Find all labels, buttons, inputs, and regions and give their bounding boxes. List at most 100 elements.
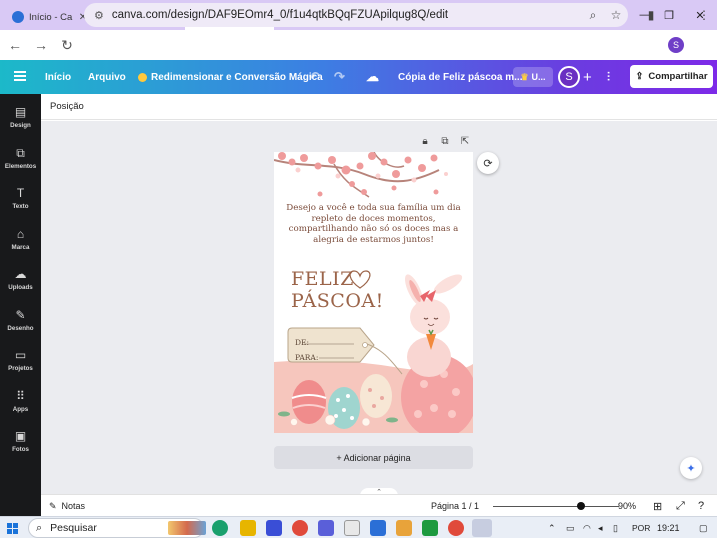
wifi-icon[interactable]: ◠ xyxy=(583,517,591,538)
sidebar-item-fotos[interactable]: ▣ Fotos xyxy=(0,421,41,461)
zoom-level[interactable]: 90% xyxy=(618,495,636,517)
windows-logo-icon xyxy=(7,522,18,534)
upload-icon: ☁ xyxy=(14,267,27,281)
add-collaborator-icon[interactable]: + xyxy=(583,60,592,94)
left-sidebar: ▤ Design ⧉ Elementos T Texto ⌂ Marca ☁ Uploads ✎ De… xyxy=(0,94,41,516)
sidebar-item-uploads[interactable]: ☁ Uploads xyxy=(0,259,41,299)
sidebar-item-texto[interactable]: T Texto xyxy=(0,178,41,218)
app-icon[interactable] xyxy=(344,520,360,536)
zoom-slider[interactable] xyxy=(493,506,619,507)
sidebar-item-apps[interactable]: ⠿ Apps xyxy=(0,381,41,421)
position-button[interactable]: Posição xyxy=(50,101,84,112)
document-title[interactable]: Cópia de Feliz páscoa m... xyxy=(398,60,522,94)
back-icon[interactable]: ← xyxy=(2,32,28,58)
sidebar-item-label: Projetos xyxy=(8,365,33,372)
menu-hamburger-icon[interactable] xyxy=(14,71,26,81)
menu-inicio[interactable]: Início xyxy=(45,60,71,94)
site-info-icon[interactable]: ⚙ xyxy=(94,9,104,22)
sidebar-item-label: Desenho xyxy=(7,324,34,332)
add-page-icon[interactable]: ⇱ xyxy=(458,134,472,148)
add-page-button[interactable]: + Adicionar página xyxy=(274,446,473,469)
magic-assistant-icon[interactable]: ✦ xyxy=(680,457,702,479)
elements-icon: ⧉ xyxy=(16,145,25,160)
sidebar-item-design[interactable]: ▤ Design xyxy=(0,97,41,137)
file-explorer-icon[interactable] xyxy=(240,520,256,536)
windows-taskbar: ⌕ Pesquisar ⌃ ▭ ◠ ◂ ▯ POR 19:21 ▢ xyxy=(0,516,717,538)
sidebar-item-projetos[interactable]: ▭ Projetos xyxy=(0,340,41,380)
canva-icon xyxy=(12,11,24,23)
sidebar-item-marca[interactable]: ⌂ Marca xyxy=(0,219,41,259)
zoom-slider-handle[interactable] xyxy=(577,502,586,510)
url-text: canva.com/design/DAF9EOmr4_0/f1u4qtkBQqF… xyxy=(111,9,449,21)
duplicate-page-icon[interactable]: ⧉ xyxy=(438,134,452,148)
notes-button[interactable]: ✎ Notas xyxy=(49,495,85,517)
pdf-icon[interactable] xyxy=(396,520,412,536)
browser-menu-icon[interactable]: ⋮ xyxy=(692,3,716,27)
browser-tab[interactable]: Início - Ca✕ xyxy=(6,4,95,30)
sidebar-item-elementos[interactable]: ⧉ Elementos xyxy=(0,138,41,178)
greeting-message[interactable]: Desejo a você e toda sua família um dia … xyxy=(286,203,461,245)
side-panel-icon[interactable]: ▮ xyxy=(639,3,663,27)
store-icon[interactable] xyxy=(266,520,282,536)
tab-title: Início - Ca xyxy=(29,11,73,23)
draw-icon: ✎ xyxy=(15,307,26,322)
insights-chart-icon[interactable]: ⫶ xyxy=(607,60,610,94)
tag-from-label[interactable]: DE: xyxy=(295,338,309,347)
chrome-profile-icon[interactable] xyxy=(448,520,464,536)
canva-header: Início Arquivo Redimensionar e Conversão… xyxy=(0,60,717,94)
regenerate-icon[interactable]: ⟳ xyxy=(477,152,499,174)
menu-arquivo[interactable]: Arquivo xyxy=(88,60,126,94)
sidebar-item-label: Design xyxy=(10,122,31,129)
menu-magic-resize[interactable]: Redimensionar e Conversão Mágica xyxy=(138,60,323,94)
share-button[interactable]: ⇪ Compartilhar xyxy=(630,65,713,88)
notification-icon[interactable]: ▢ xyxy=(699,517,708,538)
upgrade-button[interactable]: ♛ U... xyxy=(513,67,553,87)
undo-icon[interactable]: ↶ xyxy=(309,60,320,94)
word-icon[interactable] xyxy=(370,520,386,536)
chrome-active-icon[interactable] xyxy=(472,519,492,537)
teams-icon[interactable] xyxy=(318,520,334,536)
cloud-save-icon[interactable]: ☁ xyxy=(366,60,379,94)
context-toolbar: Posição xyxy=(41,94,717,120)
search-highlight-image[interactable] xyxy=(168,521,206,535)
edge-icon[interactable] xyxy=(212,520,228,536)
lock-icon[interactable]: 🔒︎ xyxy=(418,134,432,148)
clock-time[interactable]: 19:21 xyxy=(657,517,680,538)
magic-crown-icon xyxy=(138,72,147,82)
volume-icon[interactable]: ◂ xyxy=(598,517,603,538)
menu-magic-label: Redimensionar e Conversão Mágica xyxy=(151,71,323,83)
heart-doodle-icon xyxy=(349,270,371,289)
bunny-illustration xyxy=(401,274,473,433)
fullscreen-icon[interactable]: ⤢ xyxy=(676,495,685,517)
editor-footer: ✎ Notas Página 1 / 1 90% ⊞ ⤢ ? xyxy=(41,494,717,516)
tray-chevron-icon[interactable]: ⌃ xyxy=(548,517,556,538)
sidebar-item-desenho[interactable]: ✎ Desenho xyxy=(0,300,41,340)
grid-view-icon[interactable]: ⊞ xyxy=(653,495,662,517)
language-indicator[interactable]: POR xyxy=(632,517,650,538)
photo-icon: ▣ xyxy=(14,429,27,443)
search-placeholder: Pesquisar xyxy=(50,522,97,534)
zoom-lens-icon[interactable]: ⌕ xyxy=(581,3,605,27)
sidebar-item-label: Fotos xyxy=(12,446,29,453)
profile-avatar[interactable]: S xyxy=(668,37,684,53)
text-icon: T xyxy=(16,186,25,200)
tag-to-label[interactable]: PARA: xyxy=(295,353,318,362)
redo-icon[interactable]: ↷ xyxy=(334,60,345,94)
start-button[interactable] xyxy=(7,517,18,538)
battery-icon[interactable]: ▯ xyxy=(613,517,618,538)
design-icon: ▤ xyxy=(14,105,27,119)
reload-icon[interactable]: ↻ xyxy=(54,32,80,58)
chrome-icon[interactable] xyxy=(292,520,308,536)
forward-icon[interactable]: → xyxy=(28,32,54,58)
user-avatar[interactable]: S xyxy=(558,66,580,88)
brand-icon: ⌂ xyxy=(16,226,25,241)
upgrade-label: U... xyxy=(531,72,546,82)
excel-icon[interactable] xyxy=(422,520,438,536)
page-indicator[interactable]: Página 1 / 1 xyxy=(431,495,479,517)
help-icon[interactable]: ? xyxy=(698,495,704,517)
network-icon[interactable]: ▭ xyxy=(566,517,575,538)
sidebar-item-label: Elementos xyxy=(4,162,37,170)
bookmark-star-icon[interactable]: ☆ xyxy=(604,3,628,27)
design-page[interactable]: Desejo a você e toda sua família um dia … xyxy=(274,152,473,433)
url-bar[interactable]: ⚙ canva.com/design/DAF9EOmr4_0/f1u4qtkBQ… xyxy=(84,3,628,27)
